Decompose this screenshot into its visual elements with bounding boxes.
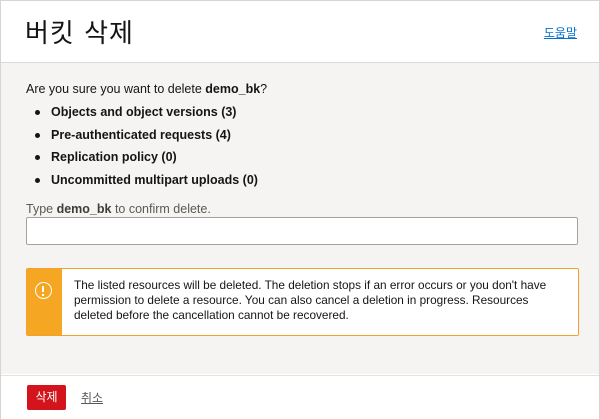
list-item: Replication policy (0): [26, 146, 258, 169]
delete-button[interactable]: 삭제: [27, 385, 66, 410]
list-item: Pre-authenticated requests (4): [26, 124, 258, 147]
bullet-icon: [35, 155, 40, 160]
bullet-icon: [35, 110, 40, 115]
question-suffix: ?: [260, 82, 268, 96]
question-prefix: Are you sure you want to delete: [26, 82, 206, 96]
list-item: Objects and object versions (3): [26, 101, 258, 124]
confirm-prefix: Type: [26, 202, 57, 216]
list-item: Uncommitted multipart uploads (0): [26, 169, 258, 192]
resource-label: Replication policy (0): [51, 150, 177, 164]
dialog-header: 버킷 삭제 도움말: [1, 1, 599, 63]
confirm-label: Type demo_bk to confirm delete.: [26, 202, 211, 216]
bucket-name: demo_bk: [205, 82, 261, 96]
delete-bucket-dialog: 버킷 삭제 도움말 Are you sure you want to delet…: [0, 0, 600, 419]
warning-alert: The listed resources will be deleted. Th…: [26, 268, 579, 336]
warning-message: The listed resources will be deleted. Th…: [74, 278, 547, 322]
resource-list: Objects and object versions (3) Pre-auth…: [26, 101, 258, 191]
delete-question: Are you sure you want to delete demo_bk?: [26, 82, 267, 96]
dialog-body: Are you sure you want to delete demo_bk?…: [1, 63, 599, 374]
confirm-name-input[interactable]: [26, 217, 578, 245]
resource-label: Objects and object versions (3): [51, 105, 237, 119]
dialog-footer: 삭제 취소: [1, 375, 599, 419]
dialog-title: 버킷 삭제: [25, 19, 134, 49]
confirm-suffix: to confirm delete.: [111, 202, 211, 216]
resource-label: Pre-authenticated requests (4): [51, 127, 231, 142]
bullet-icon: [35, 132, 40, 138]
resource-label: Uncommitted multipart uploads (0): [51, 172, 258, 187]
warning-circle-icon: [35, 282, 52, 299]
bullet-icon: [35, 177, 40, 183]
help-link[interactable]: 도움말: [544, 24, 577, 41]
warning-stripe: [27, 269, 62, 335]
confirm-bucket-name: demo_bk: [56, 202, 112, 216]
cancel-link[interactable]: 취소: [81, 389, 103, 406]
